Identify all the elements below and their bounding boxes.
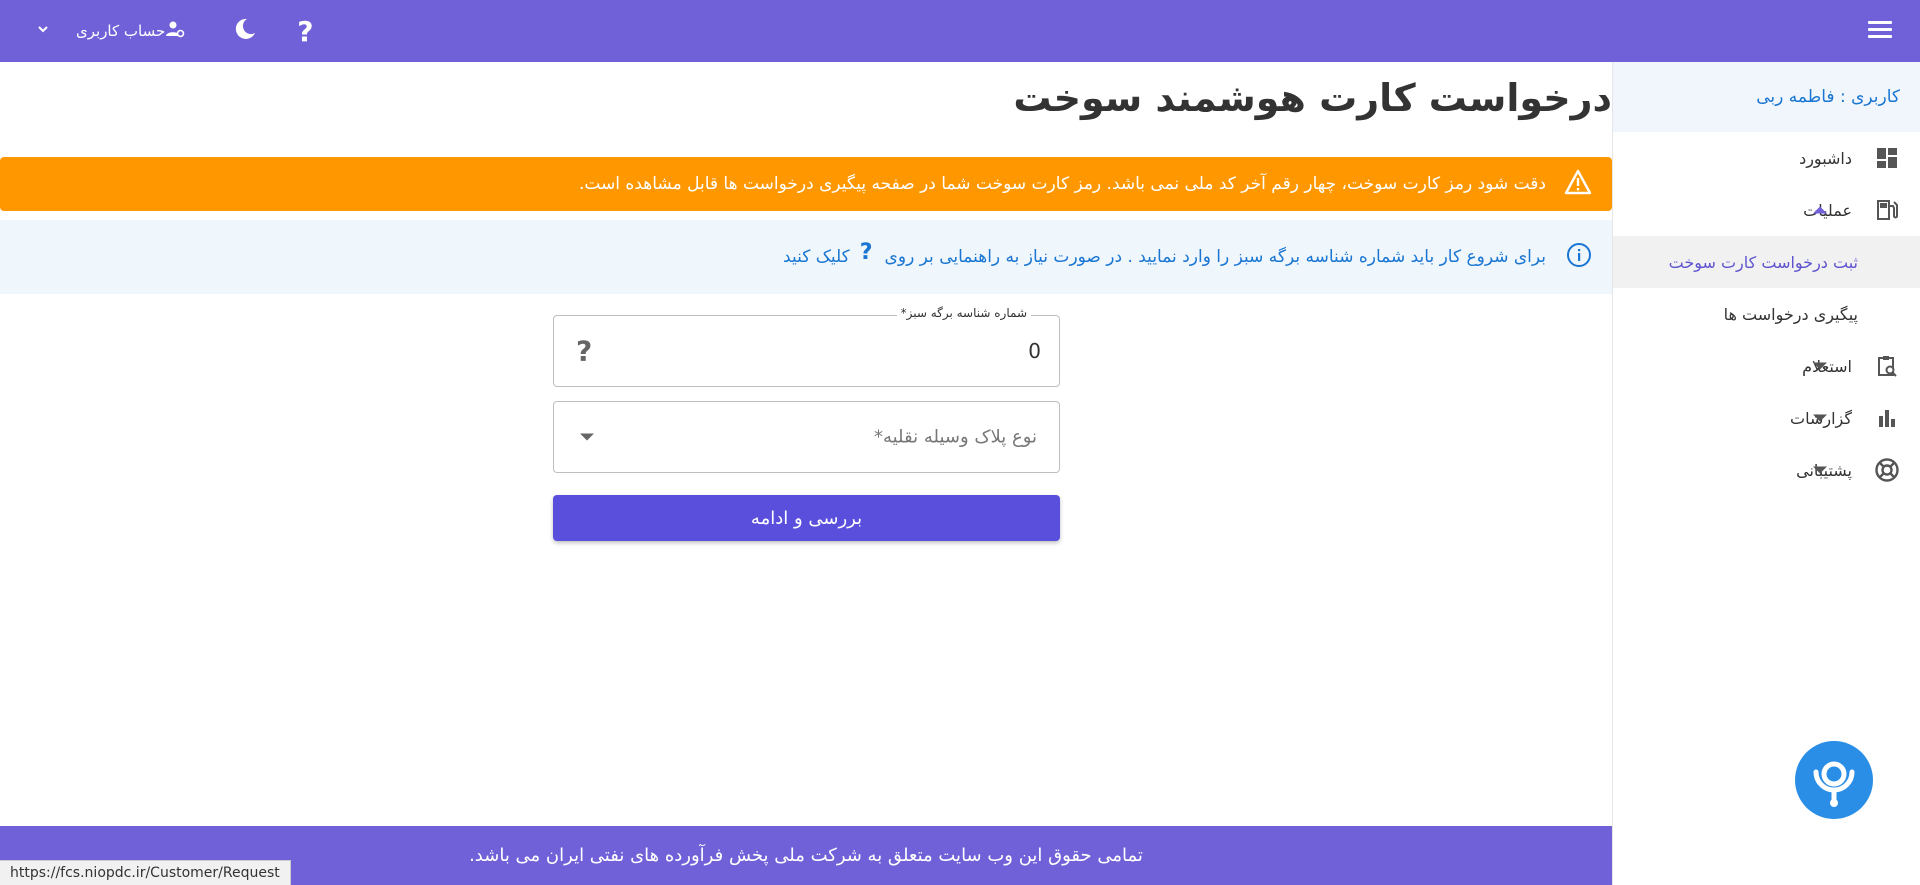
sidebar-item-support[interactable]: پشتیبانی: [1613, 444, 1920, 496]
sidebar-user-label: کاربری : فاطمه ربی: [1613, 62, 1920, 132]
green-id-label: شماره شناسه برگه سبز*: [896, 306, 1031, 320]
help-icon[interactable]: ?: [297, 15, 313, 48]
warning-text: دقت شود رمز کارت سوخت، چهار رقم آخر کد م…: [578, 174, 1546, 194]
sidebar-item-operations[interactable]: عملیات: [1613, 184, 1920, 236]
check-and-continue-button[interactable]: بررسی و ادامه: [553, 495, 1060, 541]
lifebuoy-icon: [1874, 457, 1900, 483]
chevron-down-icon[interactable]: [36, 22, 56, 40]
sidebar-item-reports[interactable]: گزارشات: [1613, 392, 1920, 444]
warning-icon: [1564, 169, 1592, 200]
top-app-bar: حساب کاربری ?: [0, 0, 1920, 62]
top-actions: حساب کاربری ?: [36, 0, 314, 62]
request-form: شماره شناسه برگه سبز* 0 ? نوع پلاک وسیله…: [553, 306, 1060, 541]
chevron-up-icon: [1813, 206, 1827, 214]
page-title: درخواست کارت هوشمند سوخت: [1013, 76, 1612, 120]
chevron-down-icon: [1813, 466, 1827, 474]
sidebar-item-dashboard[interactable]: داشبورد: [1613, 132, 1920, 184]
chevron-down-icon: [1813, 362, 1827, 370]
plate-type-placeholder: نوع پلاک وسیله نقلیه*: [873, 426, 1037, 448]
warning-alert: دقت شود رمز کارت سوخت، چهار رقم آخر کد م…: [0, 157, 1612, 211]
sidebar: کاربری : فاطمه ربی داشبورد عملیات ثبت در…: [1612, 62, 1920, 885]
support-chat-button[interactable]: [1795, 741, 1873, 819]
account-menu-button[interactable]: حساب کاربری: [68, 19, 185, 43]
info-text: برای شروع کار باید شماره شناسه برگه سبز …: [884, 247, 1546, 267]
sidebar-item-label: عملیات: [1803, 200, 1852, 220]
sidebar-subitem-label: پیگیری درخواست ها: [1723, 304, 1858, 324]
user-gear-icon: [165, 19, 185, 43]
field-help-icon[interactable]: ?: [576, 335, 592, 368]
bar-chart-icon: [1874, 405, 1900, 431]
dashboard-icon: [1874, 145, 1900, 171]
fuel-pump-icon: [1874, 197, 1900, 223]
help-link-icon[interactable]: ?: [860, 240, 873, 265]
green-id-field[interactable]: شماره شناسه برگه سبز* 0 ?: [553, 306, 1060, 387]
chevron-down-icon: [580, 433, 594, 441]
sidebar-item-label: داشبورد: [1799, 148, 1852, 168]
sidebar-item-inquiry[interactable]: استعلام: [1613, 340, 1920, 392]
plate-type-select[interactable]: نوع پلاک وسیله نقلیه*: [553, 401, 1060, 473]
browser-status-url: https://fcs.niopdc.ir/Customer/Request: [0, 860, 291, 885]
footer-text: تمامی حقوق این وب سایت متعلق به شرکت ملی…: [469, 845, 1143, 866]
user-name-text: کاربری : فاطمه ربی: [1756, 87, 1900, 107]
account-label: حساب کاربری: [76, 22, 166, 40]
menu-icon[interactable]: [1868, 21, 1892, 39]
info-suffix: کلیک کنید: [783, 247, 850, 267]
sidebar-subitem-label: ثبت درخواست کارت سوخت: [1668, 252, 1858, 272]
moon-icon[interactable]: [233, 17, 257, 45]
sidebar-subitem-register-request[interactable]: ثبت درخواست کارت سوخت: [1613, 236, 1920, 288]
chevron-down-icon: [1813, 414, 1827, 422]
clipboard-search-icon: [1874, 353, 1900, 379]
sidebar-item-label: استعلام: [1802, 356, 1852, 376]
green-id-input[interactable]: 0: [1028, 339, 1041, 363]
info-icon: [1566, 242, 1592, 273]
sidebar-subitem-track-requests[interactable]: پیگیری درخواست ها: [1613, 288, 1920, 340]
info-alert: برای شروع کار باید شماره شناسه برگه سبز …: [0, 220, 1612, 294]
